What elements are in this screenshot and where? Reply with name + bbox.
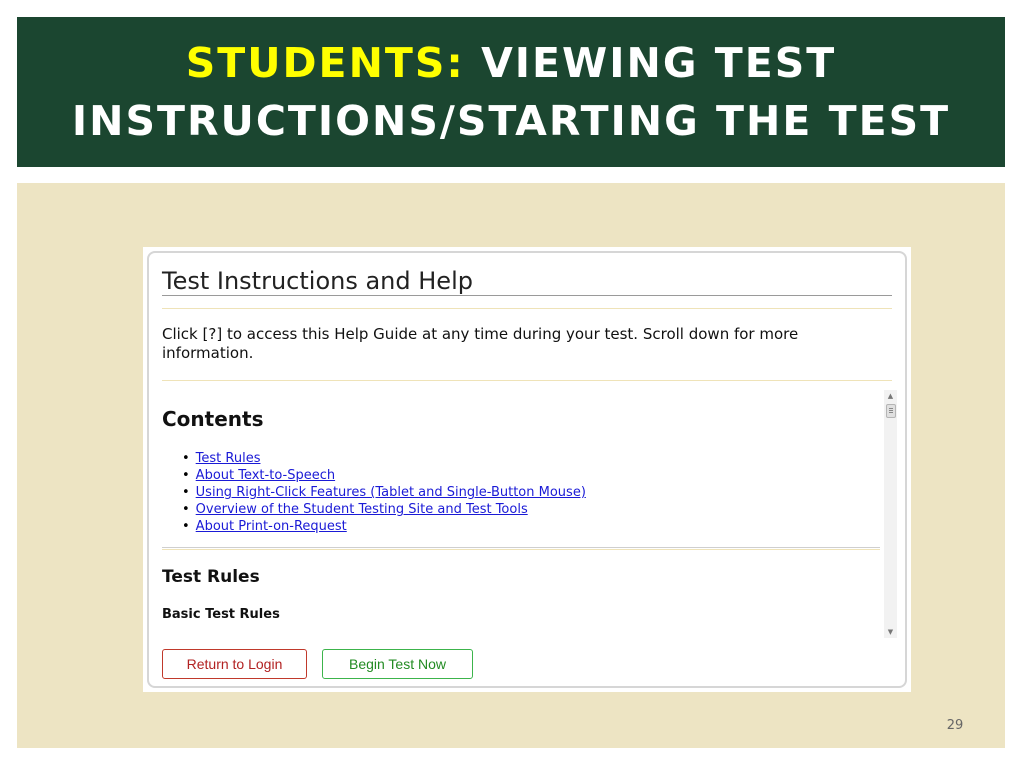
help-panel-title: Test Instructions and Help	[162, 267, 473, 295]
link-right-click-features[interactable]: Using Right-Click Features (Tablet and S…	[196, 485, 586, 500]
thumb-grip-line	[889, 408, 893, 409]
slide-number: 29	[946, 718, 964, 733]
title-divider-accent	[162, 308, 892, 309]
slide-title-line-2: INSTRUCTIONS/STARTING THE TEST	[71, 97, 951, 145]
link-text-to-speech[interactable]: About Text-to-Speech	[196, 468, 335, 483]
contents-item: About Text-to-Speech	[182, 467, 586, 484]
embedded-screenshot: Test Instructions and Help Click [?] to …	[143, 247, 911, 692]
contents-item: Using Right-Click Features (Tablet and S…	[182, 484, 586, 501]
slide-title-rest: VIEWING TEST	[481, 39, 837, 87]
scroll-up-arrow-icon[interactable]: ▲	[884, 390, 897, 402]
help-intro-line-1: Click [?] to access this Help Guide at a…	[162, 325, 799, 343]
return-to-login-button[interactable]: Return to Login	[162, 649, 307, 679]
section-divider-accent	[162, 549, 880, 550]
thumb-grip-line	[889, 410, 893, 411]
slide-title-accent: STUDENTS:	[185, 39, 465, 87]
vertical-scrollbar[interactable]: ▲ ▼	[884, 390, 897, 638]
contents-item: Overview of the Student Testing Site and…	[182, 501, 586, 518]
test-rules-heading: Test Rules	[162, 567, 260, 587]
scroll-down-arrow-icon[interactable]: ▼	[884, 626, 897, 638]
contents-item: Test Rules	[182, 450, 586, 467]
contents-heading: Contents	[162, 407, 264, 431]
contents-list: Test Rules About Text-to-Speech Using Ri…	[182, 450, 586, 535]
slide-title-line-1: STUDENTS: VIEWING TEST	[186, 34, 837, 92]
help-intro: Click [?] to access this Help Guide at a…	[162, 325, 882, 363]
slide-title-bar: STUDENTS: VIEWING TEST INSTRUCTIONS/STAR…	[17, 17, 1005, 167]
begin-test-now-button[interactable]: Begin Test Now	[322, 649, 473, 679]
help-intro-line-2: information.	[162, 344, 254, 362]
title-divider	[162, 295, 892, 296]
link-testing-site-overview[interactable]: Overview of the Student Testing Site and…	[196, 502, 528, 517]
thumb-grip-line	[889, 412, 893, 413]
link-test-rules[interactable]: Test Rules	[196, 451, 261, 466]
section-divider	[162, 547, 880, 548]
scrollbar-thumb[interactable]	[886, 404, 896, 418]
help-panel: Test Instructions and Help Click [?] to …	[147, 251, 907, 688]
link-print-on-request[interactable]: About Print-on-Request	[196, 519, 347, 534]
help-scroll-area[interactable]: Contents Test Rules About Text-to-Speech…	[162, 390, 897, 638]
contents-item: About Print-on-Request	[182, 518, 586, 535]
basic-test-rules-heading: Basic Test Rules	[162, 607, 280, 622]
intro-divider	[162, 380, 892, 381]
